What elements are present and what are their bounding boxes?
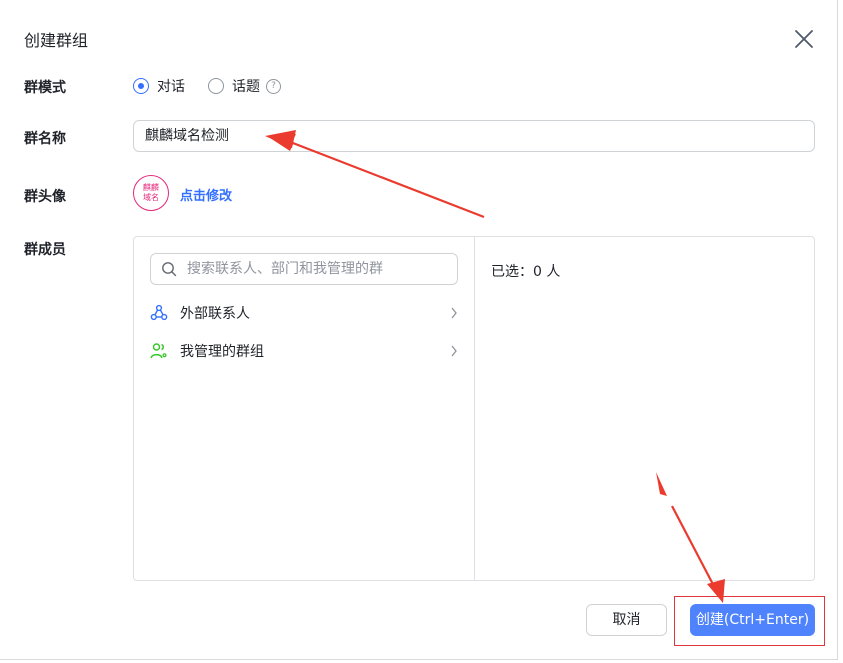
avatar-label: 群头像: [24, 189, 66, 205]
avatar-text: 麒麟域名: [143, 183, 159, 202]
mode-option-label: 话题: [232, 79, 260, 95]
managed-groups-icon: [150, 342, 168, 360]
radio-checked-icon[interactable]: [133, 78, 149, 94]
name-label: 群名称: [24, 131, 66, 147]
search-icon: [162, 262, 177, 277]
members-label: 群成员: [24, 242, 66, 258]
members-divider: [474, 237, 475, 580]
external-contacts-icon: [150, 304, 168, 322]
radio-unchecked-icon[interactable]: [208, 78, 224, 94]
list-item-label: 外部联系人: [180, 306, 250, 322]
dialog-title: 创建群组: [24, 31, 89, 50]
mode-radio-group: 对话 话题 ?: [133, 76, 281, 96]
list-item-managed-groups[interactable]: 我管理的群组: [150, 339, 458, 363]
members-picker: 外部联系人 我管理的群组 已选：0 人: [133, 236, 815, 581]
selected-count: 已选：0 人: [491, 264, 561, 280]
list-item-external-contacts[interactable]: 外部联系人: [150, 301, 458, 325]
mode-option-topic[interactable]: 话题 ?: [208, 76, 281, 96]
close-icon: [795, 30, 813, 48]
create-button[interactable]: 创建(Ctrl+Enter): [690, 604, 815, 636]
help-icon[interactable]: ?: [266, 78, 281, 94]
group-name-input[interactable]: 麒麟域名检测: [133, 120, 815, 152]
chevron-right-icon: [451, 345, 457, 357]
mode-option-chat[interactable]: 对话: [133, 76, 185, 96]
cancel-button[interactable]: 取消: [586, 604, 667, 636]
avatar[interactable]: 麒麟域名: [133, 175, 169, 211]
mode-label: 群模式: [24, 80, 66, 96]
member-search-input[interactable]: [185, 260, 449, 278]
create-group-dialog: 创建群组 群模式 对话 话题 ? 群名称 麒麟域名检测 群头像 麒麟域名 点击修…: [0, 0, 838, 660]
list-item-label: 我管理的群组: [180, 344, 264, 360]
chevron-right-icon: [451, 307, 457, 319]
mode-option-label: 对话: [157, 79, 185, 95]
close-button[interactable]: [793, 28, 815, 50]
member-search-box[interactable]: [150, 253, 458, 285]
avatar-modify-link[interactable]: 点击修改: [180, 185, 232, 204]
